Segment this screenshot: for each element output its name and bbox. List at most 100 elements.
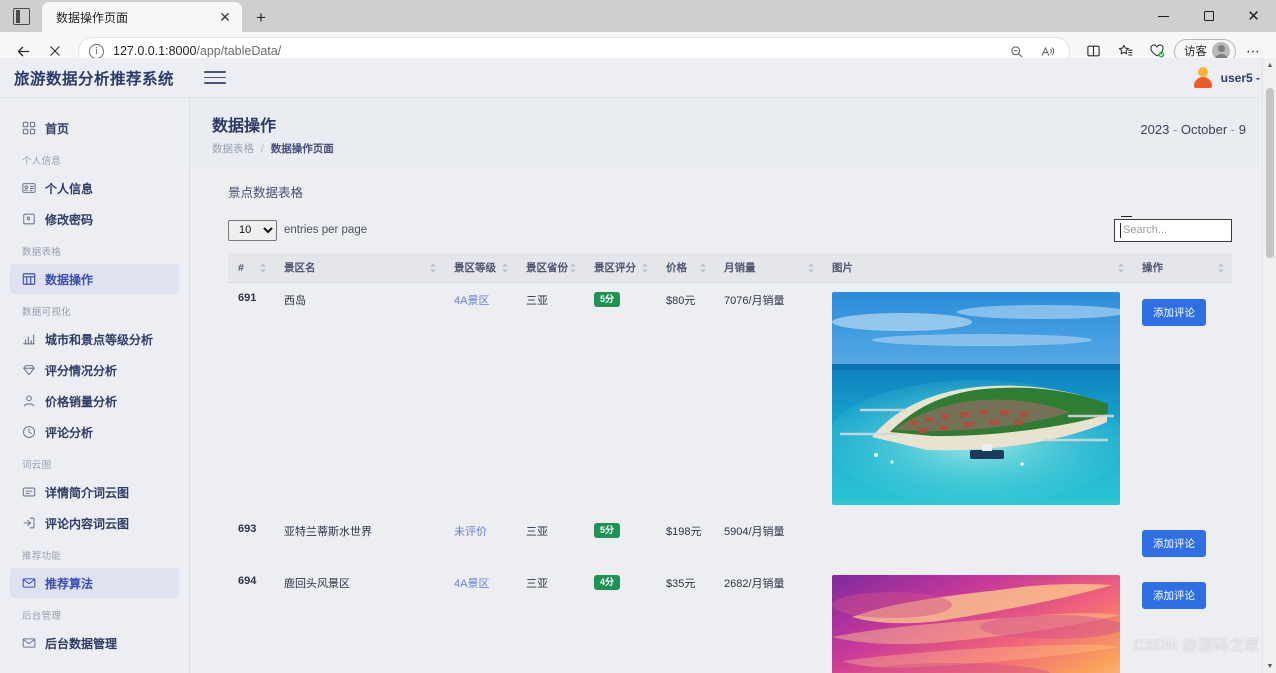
table-body: 691 西岛 4A景区 三亚 5分 $80元 7076/月销量 添加评论 693 亚特兰蒂斯水世界… <box>228 282 1232 673</box>
sidebar-item-label: 价格销量分析 <box>45 394 118 409</box>
sidebar-item-9[interactable]: 价格销量分析 <box>10 386 179 416</box>
cell-level[interactable]: 4A景区 <box>444 566 516 673</box>
add-comment-button[interactable]: 添加评论 <box>1142 530 1206 557</box>
cell-name: 鹿回头风景区 <box>274 566 444 673</box>
cell-name: 西岛 <box>274 282 444 514</box>
table-controls: 102550100 entries per page <box>228 215 1232 245</box>
cell-sales: 2682/月销量 <box>714 566 822 673</box>
sidebar: 首页 个人信息 个人信息 修改密码 数据表格 数据操作 数据可视化 城市和景点等级分析 评分情况… <box>0 98 190 673</box>
breadcrumb-root[interactable]: 数据表格 <box>212 143 254 155</box>
breadcrumb: 数据表格 / 数据操作页面 <box>212 141 334 156</box>
sidebar-section-label: 推荐功能 <box>22 551 62 562</box>
scroll-down-arrow[interactable]: ▼ <box>1263 659 1276 673</box>
date-year: 2023 <box>1140 122 1170 137</box>
col-image[interactable]: 图片 <box>822 253 1132 283</box>
scrollbar-thumb[interactable] <box>1266 88 1274 258</box>
sort-arrows-icon[interactable] <box>430 263 436 272</box>
cell-price-text: $198元 <box>666 526 702 538</box>
cell-id: 694 <box>228 566 274 673</box>
add-comment-button[interactable]: 添加评论 <box>1142 299 1206 326</box>
search-input[interactable] <box>1121 223 1225 237</box>
cell-price-text: $80元 <box>666 295 696 307</box>
sidebar-item-15[interactable]: 推荐算法 <box>10 568 179 598</box>
sidebar-item-3[interactable]: 修改密码 <box>10 204 179 234</box>
page-date: 2023 - October - 9 <box>1140 112 1246 137</box>
sidebar-item-13[interactable]: 评论内容词云图 <box>10 508 179 538</box>
user-menu[interactable]: user5 - <box>1221 71 1260 85</box>
col-score[interactable]: 景区评分 <box>584 253 656 283</box>
column-label: # <box>238 261 244 274</box>
sidebar-item-5[interactable]: 数据操作 <box>10 264 179 294</box>
cell-level[interactable]: 未评价 <box>444 514 516 566</box>
sidebar-item-8[interactable]: 评分情况分析 <box>10 355 179 385</box>
new-tab-button[interactable]: + <box>246 4 276 32</box>
sort-arrows-icon[interactable] <box>808 263 814 272</box>
sort-arrows-icon[interactable] <box>1218 263 1224 272</box>
col-price[interactable]: 价格 <box>656 253 714 283</box>
tab-search-icon[interactable] <box>0 0 42 32</box>
browser-tab[interactable]: 数据操作页面 ✕ <box>42 2 242 32</box>
main-content: 数据操作 数据表格 / 数据操作页面 2023 - October - 9 景点… <box>190 98 1276 673</box>
sort-arrows-icon[interactable] <box>642 263 648 272</box>
column-label: 操作 <box>1142 262 1163 274</box>
sort-arrows-icon[interactable] <box>570 263 576 272</box>
page-scrollbar[interactable]: ▲ ▼ <box>1262 58 1276 673</box>
hamburger-icon[interactable] <box>204 69 227 87</box>
col-level[interactable]: 景区等级 <box>444 253 516 283</box>
col-id[interactable]: # <box>228 253 274 283</box>
level-link[interactable]: 4A景区 <box>454 295 489 307</box>
profile-label: 访客 <box>1184 46 1207 58</box>
browser-window: 数据操作页面 ✕ + ✕ i 127.0.0.1:8000/app/tableD… <box>0 0 1276 673</box>
entries-per-page-select[interactable]: 102550100 <box>228 219 277 241</box>
watermark: CSDN @源码之家 <box>1133 637 1260 654</box>
cell-province: 三亚 <box>516 514 584 566</box>
minimize-button[interactable] <box>1141 0 1186 32</box>
sort-arrows-icon[interactable] <box>1118 263 1124 272</box>
scroll-up-arrow[interactable]: ▲ <box>1263 58 1276 72</box>
breadcrumb-current: 数据操作页面 <box>270 143 334 155</box>
col-province[interactable]: 景区省份 <box>516 253 584 283</box>
sidebar-item-17[interactable]: 后台数据管理 <box>10 628 179 658</box>
column-label: 图片 <box>832 262 853 274</box>
card-title: 景点数据表格 <box>228 186 304 200</box>
sidebar-item-7[interactable]: 城市和景点等级分析 <box>10 324 179 354</box>
sidebar-item-label: 推荐算法 <box>45 576 94 591</box>
sidebar-item-2[interactable]: 个人信息 <box>10 173 179 203</box>
url-text: 127.0.0.1:8000/app/tableData/ <box>113 44 282 58</box>
maximize-button[interactable] <box>1186 0 1231 32</box>
page-title: 数据操作 <box>212 118 277 135</box>
col-action[interactable]: 操作 <box>1132 253 1232 283</box>
cell-province-text: 三亚 <box>526 526 548 538</box>
sidebar-item-10[interactable]: 评论分析 <box>10 417 179 447</box>
column-label: 景区评分 <box>594 262 636 274</box>
close-tab-icon[interactable]: ✕ <box>214 6 236 28</box>
sidebar-section-label: 词云图 <box>22 460 52 471</box>
cell-price-text: $35元 <box>666 578 696 590</box>
sidebar-item-12[interactable]: 详情简介词云图 <box>10 477 179 507</box>
col-name[interactable]: 景区名 <box>274 253 444 283</box>
date-sep-1: - <box>1172 122 1178 137</box>
level-link[interactable]: 4A景区 <box>454 578 489 590</box>
site-info-icon[interactable]: i <box>89 43 104 59</box>
sidebar-item-label: 城市和景点等级分析 <box>45 332 154 347</box>
sidebar-item-label: 后台数据管理 <box>45 636 118 651</box>
sidebar-item-0[interactable]: 首页 <box>10 113 179 143</box>
sort-arrows-icon[interactable] <box>700 263 706 272</box>
sunset-sky-photo <box>832 575 1120 673</box>
col-sales[interactable]: 月销量 <box>714 253 822 283</box>
app-header: 旅游数据分析推荐系统 user5 - <box>0 58 1276 98</box>
sort-arrows-icon[interactable] <box>502 263 508 272</box>
sort-arrows-icon[interactable] <box>260 263 266 272</box>
cell-level[interactable]: 4A景区 <box>444 282 516 514</box>
level-link[interactable]: 未评价 <box>454 526 487 538</box>
app-brand-title: 旅游数据分析推荐系统 <box>14 70 175 88</box>
key-icon <box>22 212 36 226</box>
cell-id: 693 <box>228 514 274 566</box>
add-comment-button[interactable]: 添加评论 <box>1142 582 1206 609</box>
text-caret <box>1120 215 1132 238</box>
sidebar-item-label: 数据操作 <box>45 272 94 287</box>
cell-id-text: 694 <box>238 575 257 587</box>
search-box[interactable] <box>1114 215 1232 242</box>
close-window-button[interactable]: ✕ <box>1231 0 1276 32</box>
sidebar-item-label: 评论内容词云图 <box>45 516 130 531</box>
